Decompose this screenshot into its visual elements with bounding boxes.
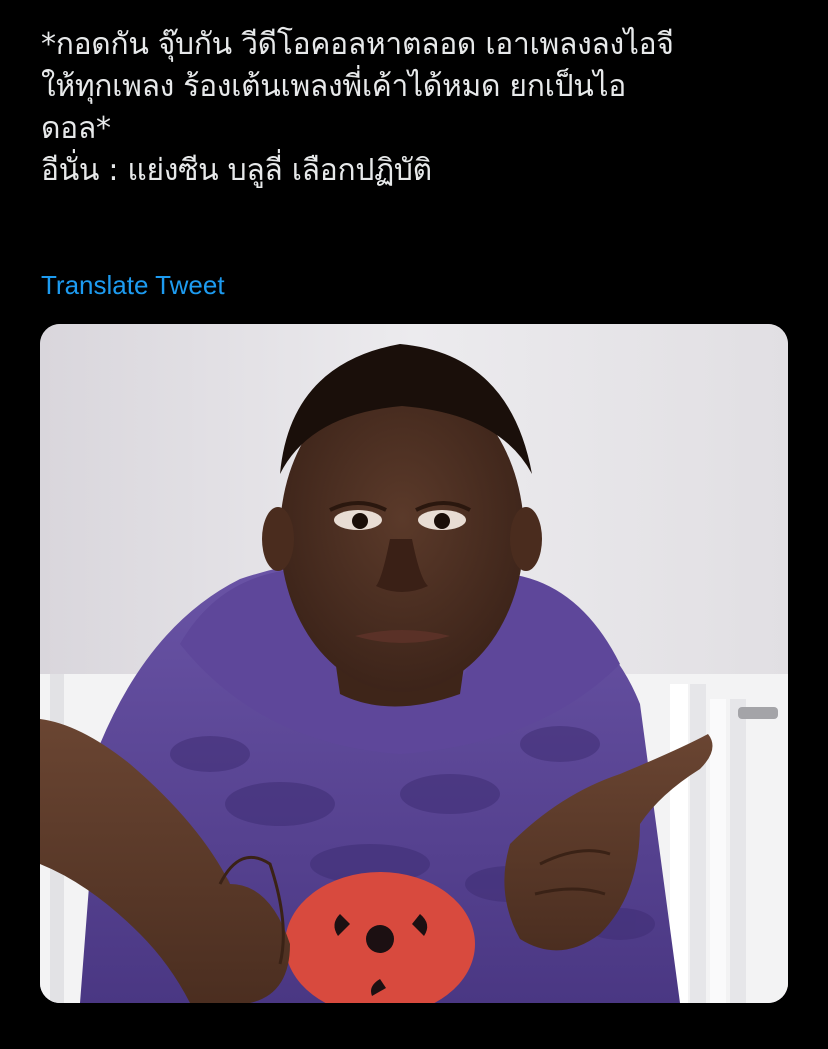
tweet-text-line: ดอล* <box>41 111 111 146</box>
translate-tweet-link[interactable]: Translate Tweet <box>41 268 225 302</box>
tweet-text-line: อีนั่น : แย่งซีน บลูลี่ เลือกปฏิบัติ <box>41 153 432 188</box>
tweet-text-line: ให้ทุกเพลง ร้องเต้นเพลงพี่เค้าได้หมด ยกเ… <box>41 69 626 104</box>
tweet-media-photo[interactable] <box>40 324 788 1003</box>
photo-illustration <box>40 324 788 1003</box>
tweet: *กอดกัน จุ๊บกัน วีดีโอคอลหาตลอด เอาเพลงล… <box>0 0 828 1049</box>
tweet-text: *กอดกัน จุ๊บกัน วีดีโอคอลหาตลอด เอาเพลงล… <box>41 24 801 192</box>
tweet-text-line: *กอดกัน จุ๊บกัน วีดีโอคอลหาตลอด เอาเพลงล… <box>41 27 674 62</box>
